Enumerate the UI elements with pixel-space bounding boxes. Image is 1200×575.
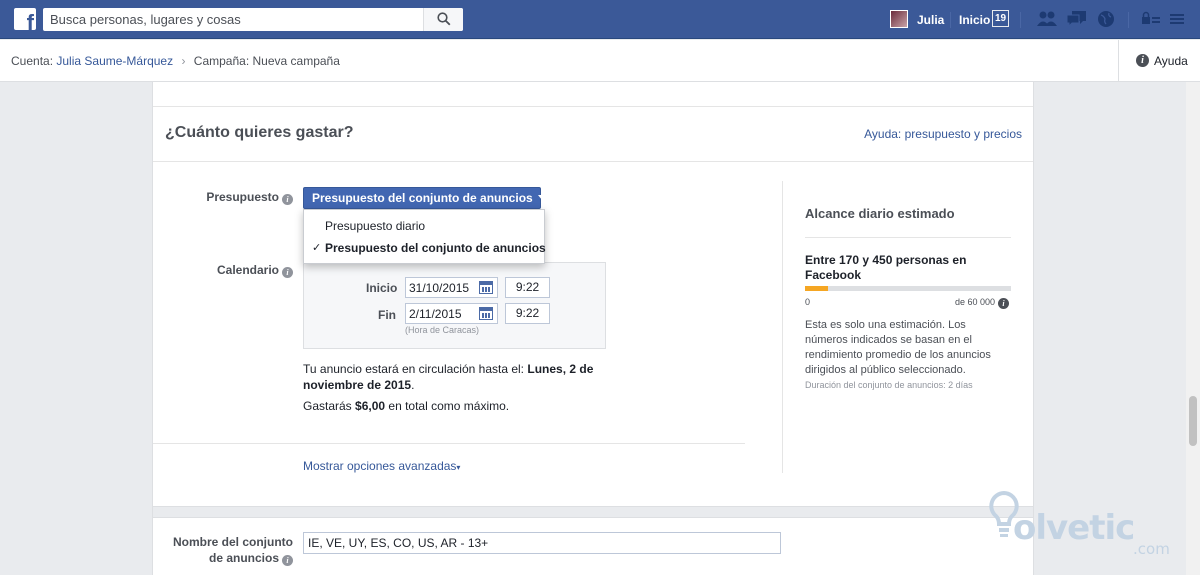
messages-icon[interactable] xyxy=(1066,10,1088,28)
max-spend-text: Gastarás $6,00 en total como máximo. xyxy=(303,399,509,413)
spend-suffix: en total como máximo. xyxy=(385,399,510,413)
breadcrumb-account-label: Cuenta: xyxy=(11,54,54,68)
advanced-link-label: Mostrar opciones avanzadas xyxy=(303,459,457,473)
schedule-label: Calendario i xyxy=(193,263,293,278)
start-label: Inicio xyxy=(366,281,398,295)
calendar-icon[interactable] xyxy=(479,281,493,294)
reach-bar-min: 0 xyxy=(805,297,811,307)
help-label: Ayuda xyxy=(1154,54,1188,68)
show-advanced-options-link[interactable]: Mostrar opciones avanzadas▾ xyxy=(303,459,460,473)
caret-down-icon: ▾ xyxy=(456,463,461,472)
adset-name-label-line2: de anuncios xyxy=(208,551,279,565)
budget-option-daily[interactable]: Presupuesto diario xyxy=(304,215,544,237)
breadcrumb-campaign-label: Campaña: xyxy=(193,54,250,68)
option-label: Presupuesto del conjunto de anuncios xyxy=(325,241,546,255)
estimate-range: Entre 170 y 450 personas en Facebook xyxy=(805,253,967,282)
timezone-note: (Hora de Caracas) xyxy=(405,325,480,335)
info-icon[interactable]: i xyxy=(282,267,293,278)
checkmark-icon: ✓ xyxy=(312,242,322,254)
info-icon[interactable]: i xyxy=(282,194,293,205)
help-button[interactable]: i Ayuda xyxy=(1118,40,1200,81)
info-icon[interactable]: i xyxy=(998,298,1010,309)
start-date-value: 31/10/2015 xyxy=(409,281,470,295)
budget-option-lifetime[interactable]: ✓ Presupuesto del conjunto de anuncios xyxy=(304,237,546,259)
section-divider xyxy=(153,161,1033,162)
run-until-text: Tu anuncio estará en circulación hasta e… xyxy=(303,361,648,393)
nav-divider xyxy=(1128,12,1129,28)
budget-type-menu: Presupuesto diario ✓ Presupuesto del con… xyxy=(303,209,546,264)
search-icon xyxy=(437,12,451,26)
section-title: ¿Cuánto quieres gastar? xyxy=(165,124,354,141)
section-gap xyxy=(153,506,1033,518)
privacy-shortcuts-icon[interactable] xyxy=(1140,10,1162,28)
top-navigation-bar: f Julia Inicio 19 xyxy=(0,0,1200,39)
end-time-field[interactable]: 9:22 xyxy=(505,303,550,324)
reach-bar-fill xyxy=(805,286,828,291)
home-notification-count: 19 xyxy=(992,10,1009,27)
avatar xyxy=(890,10,908,28)
nav-divider xyxy=(1020,12,1021,28)
breadcrumb-account-link[interactable]: Julia Saume-Márquez xyxy=(56,54,173,68)
account-menu-icon[interactable] xyxy=(1168,10,1186,28)
scrollbar-thumb[interactable] xyxy=(1189,396,1197,446)
end-date-value: 2/11/2015 xyxy=(409,307,462,321)
estimate-note: Esta es solo una estimación. Los números… xyxy=(805,319,991,376)
search-input[interactable] xyxy=(43,8,423,31)
estimate-duration: Duración del conjunto de anuncios: 2 día… xyxy=(805,380,973,390)
page-scrollbar[interactable] xyxy=(1186,82,1200,575)
budget-selected-label: Presupuesto del conjunto de anuncios xyxy=(312,191,533,205)
nav-divider xyxy=(950,12,951,28)
friend-requests-icon[interactable] xyxy=(1036,10,1058,28)
estimate-title: Alcance diario estimado xyxy=(805,206,955,221)
reach-bar xyxy=(805,286,1011,291)
column-divider xyxy=(782,181,783,473)
start-date-field[interactable]: 31/10/2015 xyxy=(405,277,498,298)
reach-max-value: de 60 000 xyxy=(955,297,996,307)
notifications-globe-icon[interactable] xyxy=(1097,10,1115,28)
budget-type-dropdown-button[interactable]: Presupuesto del conjunto de anuncios xyxy=(303,187,546,209)
chevron-right-icon: › xyxy=(181,54,186,68)
budget-panel: ¿Cuánto quieres gastar? Ayuda: presupues… xyxy=(152,82,1034,575)
solvetic-watermark: olvetic .com xyxy=(985,488,1175,568)
breadcrumb-campaign-name: Nueva campaña xyxy=(252,54,340,68)
facebook-logo-icon[interactable]: f xyxy=(14,8,36,30)
caret-down-icon xyxy=(537,195,546,200)
watermark-text: olvetic xyxy=(1013,508,1135,548)
home-link[interactable]: Inicio xyxy=(959,13,990,27)
end-date-field[interactable]: 2/11/2015 xyxy=(405,303,498,324)
run-text-prefix: Tu anuncio estará en circulación hasta e… xyxy=(303,362,528,376)
budget-label-text: Presupuesto xyxy=(206,190,279,204)
schedule-box: Inicio 31/10/2015 9:22 Fin 2/11/2015 9:2… xyxy=(303,262,606,349)
adset-name-label: Nombre del conjunto de anuncios i xyxy=(161,534,293,566)
advanced-divider xyxy=(153,443,745,444)
profile-name: Julia xyxy=(917,13,945,27)
adset-name-label-line1: Nombre del conjunto xyxy=(173,535,293,549)
info-icon: i xyxy=(1136,54,1149,67)
spend-amount: $6,00 xyxy=(355,399,386,413)
schedule-label-text: Calendario xyxy=(216,263,279,277)
run-text-suffix: . xyxy=(411,378,415,392)
estimate-divider xyxy=(805,237,1011,238)
start-time-field[interactable]: 9:22 xyxy=(505,277,550,298)
spend-prefix: Gastarás xyxy=(303,399,356,413)
budget-label: Presupuesto i xyxy=(193,190,293,205)
end-label: Fin xyxy=(378,308,396,322)
info-icon[interactable]: i xyxy=(282,555,293,566)
breadcrumb-bar: Cuenta: Julia Saume-Márquez › Campaña: N… xyxy=(0,40,1200,82)
budget-help-link[interactable]: Ayuda: presupuesto y precios xyxy=(864,127,1022,141)
search-box xyxy=(43,8,463,31)
adset-name-input[interactable] xyxy=(303,532,781,554)
breadcrumb: Cuenta: Julia Saume-Márquez › Campaña: N… xyxy=(11,54,340,68)
reach-bar-max: de 60 000 i xyxy=(955,297,1010,309)
calendar-icon[interactable] xyxy=(479,307,493,320)
panel-top-strip xyxy=(153,82,1033,107)
search-button[interactable] xyxy=(423,8,463,31)
watermark-suffix: .com xyxy=(1133,540,1170,558)
option-label: Presupuesto diario xyxy=(325,219,426,233)
